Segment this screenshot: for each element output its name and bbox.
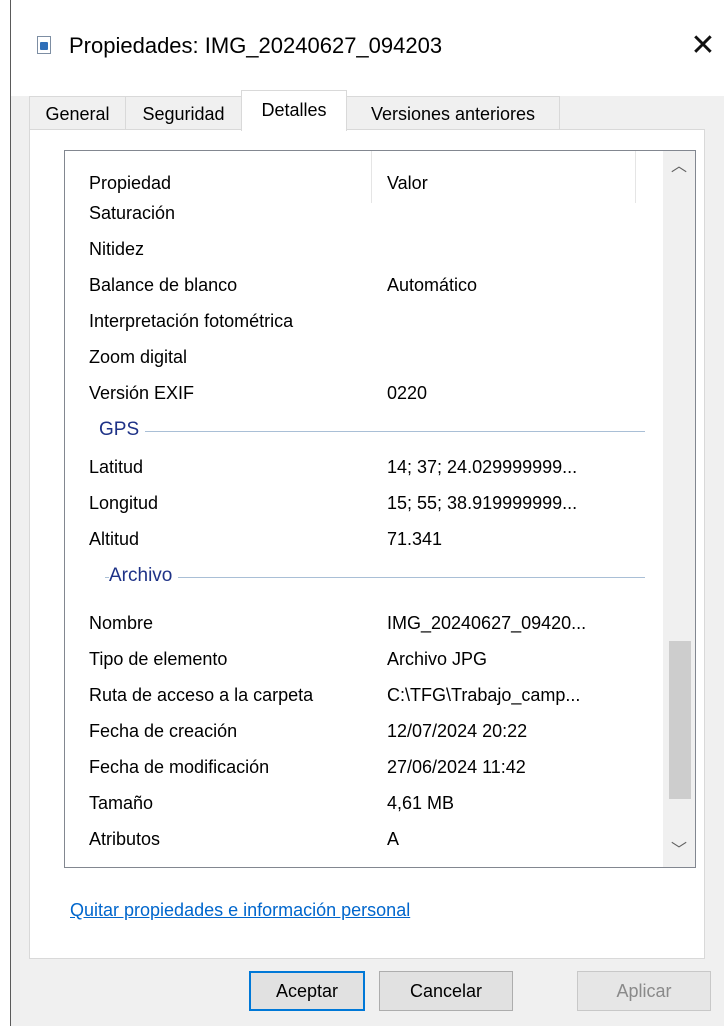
property-name: Versión EXIF (89, 383, 195, 403)
property-name: Fecha de creación (89, 721, 238, 741)
group-title: GPS (99, 419, 146, 441)
group-title: Archivo (109, 565, 179, 587)
group-header-archivo[interactable]: Archivo (65, 559, 663, 593)
list-item[interactable]: Fecha de modificación 27/06/2024 11:42 (65, 749, 663, 783)
list-item[interactable]: Latitud 14; 37; 24.029999999... (65, 449, 663, 483)
cancel-button[interactable]: Cancelar (379, 971, 513, 1011)
property-name: Tipo de elemento (89, 649, 228, 669)
property-name: Interpretación fotométrica (89, 311, 294, 331)
tab-detalles[interactable]: Detalles (241, 90, 347, 131)
list-item[interactable]: Tamaño 4,61 MB (65, 785, 663, 819)
tab-seguridad[interactable]: Seguridad (125, 96, 242, 129)
list-item[interactable]: Nitidez (65, 231, 663, 265)
close-icon[interactable]: ✕ (688, 26, 718, 66)
property-name: Nombre (89, 613, 154, 633)
scrollbar-thumb[interactable] (669, 641, 691, 799)
property-name: Ruta de acceso a la carpeta (89, 685, 314, 705)
list-item[interactable]: Longitud 15; 55; 38.919999999... (65, 485, 663, 519)
group-divider (105, 431, 645, 432)
property-name: Atributos (89, 829, 161, 849)
scroll-down-icon[interactable]: ﹀ (663, 835, 695, 867)
property-name: Tamaño (89, 793, 154, 813)
property-name: Saturación (89, 203, 176, 223)
property-name: Balance de blanco (89, 275, 238, 295)
column-header-property[interactable]: Propiedad (89, 173, 171, 194)
list-item[interactable]: Ruta de acceso a la carpeta C:\TFG\Traba… (65, 677, 663, 711)
property-value: IMG_20240627_09420... (387, 613, 587, 633)
vertical-scrollbar[interactable]: ︿ ﹀ (663, 151, 695, 867)
property-value: 12/07/2024 20:22 (387, 721, 528, 741)
property-value: 4,61 MB (387, 793, 455, 813)
property-value: C:\TFG\Trabajo_camp... (387, 685, 581, 705)
details-panel: Propiedad Valor Saturación Nitidez Balan… (29, 129, 705, 959)
list-item[interactable]: Tipo de elemento Archivo JPG (65, 641, 663, 675)
list-item[interactable]: Balance de blanco Automático (65, 267, 663, 301)
list-item[interactable]: Saturación (65, 195, 663, 229)
property-name: Altitud (89, 529, 140, 549)
list-item[interactable]: Altitud 71.341 (65, 521, 663, 555)
property-value: A (387, 829, 400, 849)
property-name: Longitud (89, 493, 159, 513)
property-value: Archivo JPG (387, 649, 488, 669)
apply-button[interactable]: Aplicar (577, 971, 711, 1011)
properties-list[interactable]: Propiedad Valor Saturación Nitidez Balan… (64, 150, 696, 868)
property-value: 15; 55; 38.919999999... (387, 493, 578, 513)
column-header-value[interactable]: Valor (387, 173, 428, 194)
property-name: Zoom digital (89, 347, 188, 367)
tab-versiones-anteriores[interactable]: Versiones anteriores (346, 96, 560, 129)
group-divider (105, 577, 645, 578)
list-item[interactable]: Atributos A (65, 821, 663, 855)
property-value: 71.341 (387, 529, 443, 549)
scroll-up-icon[interactable]: ︿ (663, 151, 695, 183)
property-value: 0220 (387, 383, 428, 403)
list-item[interactable]: Zoom digital (65, 339, 663, 373)
property-name: Latitud (89, 457, 144, 477)
property-value: Automático (387, 275, 478, 295)
title-bar: Propiedades: IMG_20240627_094203 ✕ (11, 0, 724, 96)
property-value: 14; 37; 24.029999999... (387, 457, 578, 477)
properties-dialog: Propiedades: IMG_20240627_094203 ✕ Gener… (10, 0, 724, 1026)
group-header-gps[interactable]: GPS (65, 413, 663, 447)
list-item[interactable]: Versión EXIF 0220 (65, 375, 663, 409)
list-item[interactable]: Nombre IMG_20240627_09420... (65, 605, 663, 639)
property-value: 27/06/2024 11:42 (387, 757, 526, 777)
window-title: Propiedades: IMG_20240627_094203 (69, 33, 443, 58)
list-item[interactable]: Fecha de creación 12/07/2024 20:22 (65, 713, 663, 747)
list-item[interactable]: Interpretación fotométrica (65, 303, 663, 337)
ok-button[interactable]: Aceptar (249, 971, 365, 1011)
remove-properties-link[interactable]: Quitar propiedades e información persona… (70, 900, 410, 921)
property-name: Fecha de modificación (89, 757, 270, 777)
property-name: Nitidez (89, 239, 145, 259)
tab-general[interactable]: General (29, 96, 126, 129)
image-file-icon (37, 36, 51, 54)
